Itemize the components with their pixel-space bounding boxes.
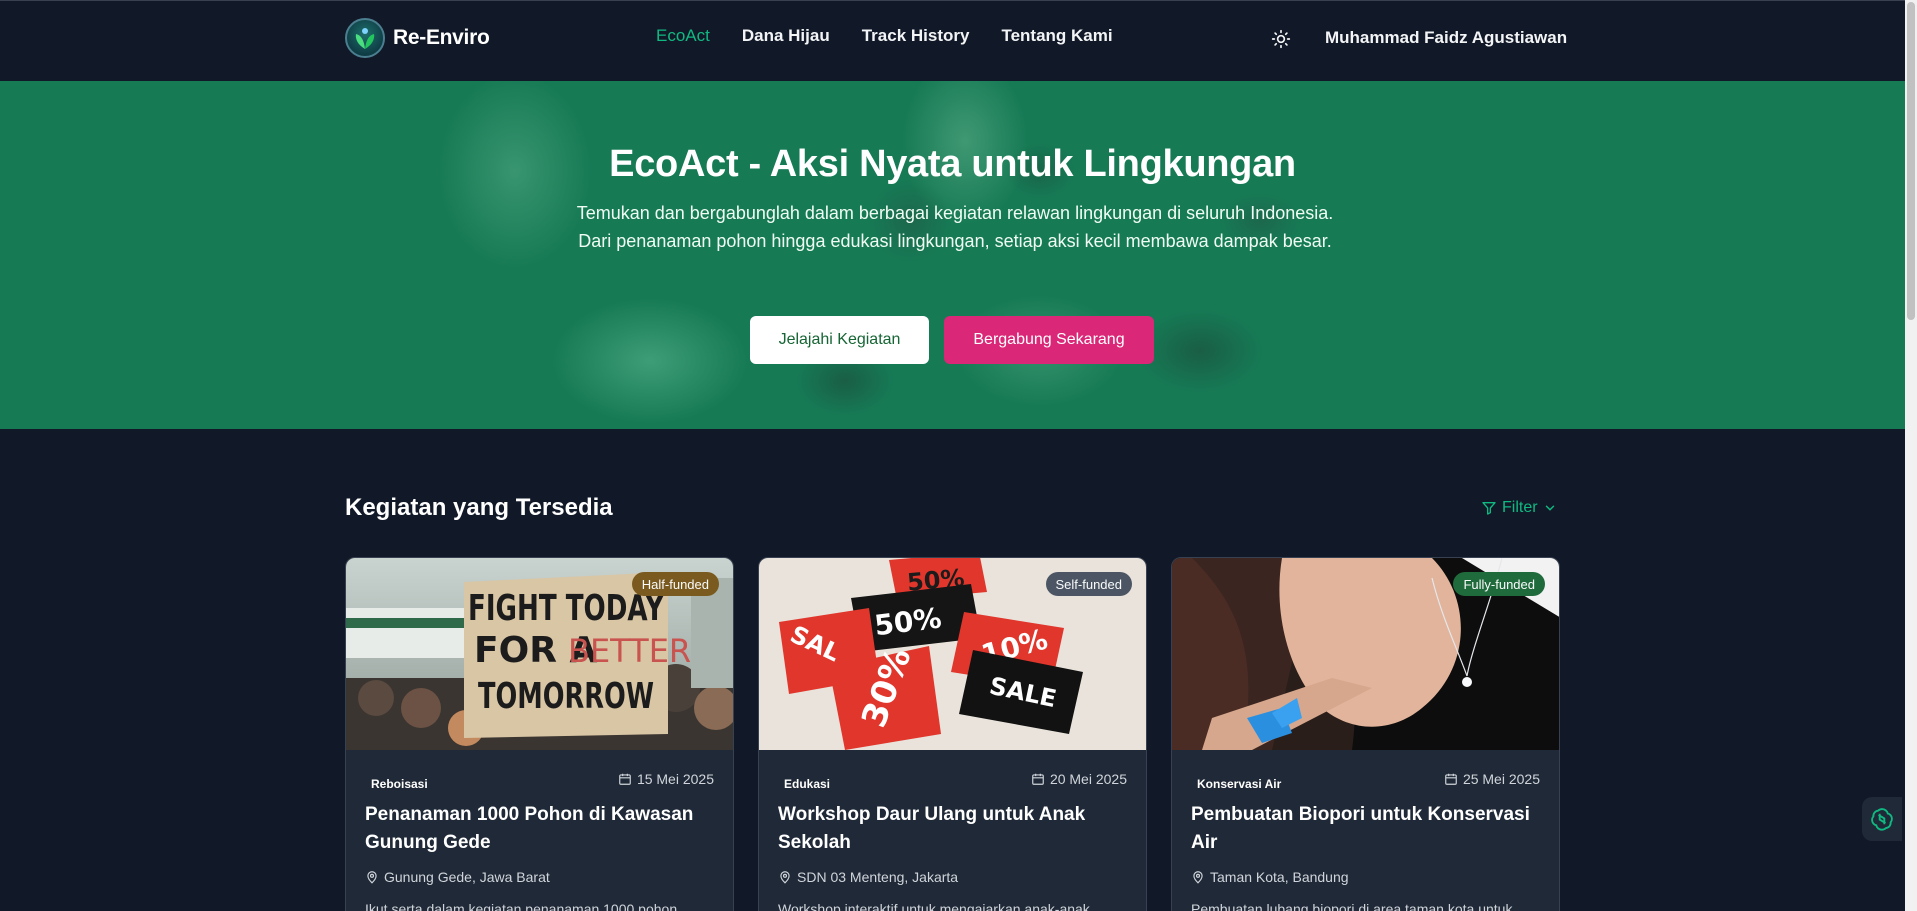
location: Taman Kota, Bandung [1191,869,1349,885]
hero-banner: EcoAct - Aksi Nyata untuk Lingkungan Tem… [0,81,1905,429]
map-pin-icon [780,871,790,884]
category-tag: Reboisasi [365,773,434,795]
funding-badge: Self-funded [1045,572,1132,596]
openai-icon [1871,808,1893,831]
date-text: 25 Mei 2025 [1462,771,1540,787]
svg-text:TOMORROW: TOMORROW [478,676,654,717]
date: 25 Mei 2025 [1444,771,1540,787]
date: 20 Mei 2025 [1031,771,1127,787]
chevron-down-icon [1545,505,1554,511]
date-text: 20 Mei 2025 [1049,771,1127,787]
funding-badge: Half-funded [631,572,719,596]
vertical-scrollbar[interactable] [1905,0,1917,911]
user-menu[interactable]: Muhammad Faidz Agustiawan [1325,28,1567,48]
filter-label: Filter [1502,499,1538,516]
location-text: Taman Kota, Bandung [1210,869,1349,885]
activity-title[interactable]: Penanaman 1000 Pohon di Kawasan Gunung G… [365,801,714,857]
activity-title[interactable]: Workshop Daur Ulang untuk Anak Sekolah [778,801,1127,857]
category-tag: Konservasi Air [1191,773,1288,795]
location-text: Gunung Gede, Jawa Barat [384,869,550,885]
activity-description: Ikut serta dalam kegiatan penanaman 1000… [365,901,678,911]
filter-icon [1482,502,1496,515]
location: Gunung Gede, Jawa Barat [365,869,550,885]
svg-text:FIGHT TODAY: FIGHT TODAY [468,588,665,629]
scrollbar-thumb[interactable] [1907,2,1915,320]
hero-subtitle: Temukan dan bergabunglah dalam berbagai … [576,203,1334,251]
calendar-icon [619,773,631,785]
activity-description: Workshop interaktif untuk mengajarkan an… [778,901,1090,911]
activity-title[interactable]: Pembuatan Biopori untuk Konservasi Air [1191,801,1540,857]
date: 15 Mei 2025 [618,771,714,787]
nav-link-tentang-kami[interactable]: Tentang Kami [1001,26,1112,46]
filter-button[interactable]: Filter [1481,499,1557,517]
svg-text:BETTER: BETTER [568,632,691,670]
activity-card[interactable]: 50% 50% 10% SAL 30% SALE Self-funded Edu… [758,557,1147,911]
join-now-button[interactable]: Bergabung Sekarang [944,316,1154,364]
nav-link-ecoact[interactable]: EcoAct [656,26,710,46]
location-text: SDN 03 Menteng, Jakarta [797,869,959,885]
activity-card[interactable]: Fully-funded Konservasi Air 25 Mei 2025 … [1171,557,1560,911]
calendar-icon [1032,773,1044,785]
navbar: Re-Enviro EcoAct Dana Hijau Track Histor… [0,0,1905,81]
assistant-button[interactable] [1862,797,1902,841]
section-title: Kegiatan yang Tersedia [345,494,613,521]
brand-name: Re-Enviro [393,26,490,49]
funding-badge: Fully-funded [1453,572,1545,596]
map-pin-icon [367,871,377,884]
category-tag: Edukasi [778,773,837,795]
sun-icon[interactable] [1269,27,1293,51]
calendar-icon [1445,773,1457,785]
nav-links: EcoAct Dana Hijau Track History Tentang … [656,26,1113,46]
activity-card[interactable]: FIGHT TODAY FOR A BETTER TOMORROW Half-f… [345,557,734,911]
location: SDN 03 Menteng, Jakarta [778,869,958,885]
explore-activities-button[interactable]: Jelajahi Kegiatan [750,316,929,364]
map-pin-icon [1193,871,1203,884]
leaf-logo-icon [345,18,385,58]
hero-title: EcoAct - Aksi Nyata untuk Lingkungan [609,143,1296,185]
brand[interactable]: Re-Enviro [345,18,490,58]
activity-description: Pembuatan lubang biopori di area taman k… [1191,901,1513,911]
nav-link-track-history[interactable]: Track History [862,26,970,46]
date-text: 15 Mei 2025 [636,771,714,787]
nav-link-dana-hijau[interactable]: Dana Hijau [742,26,830,46]
